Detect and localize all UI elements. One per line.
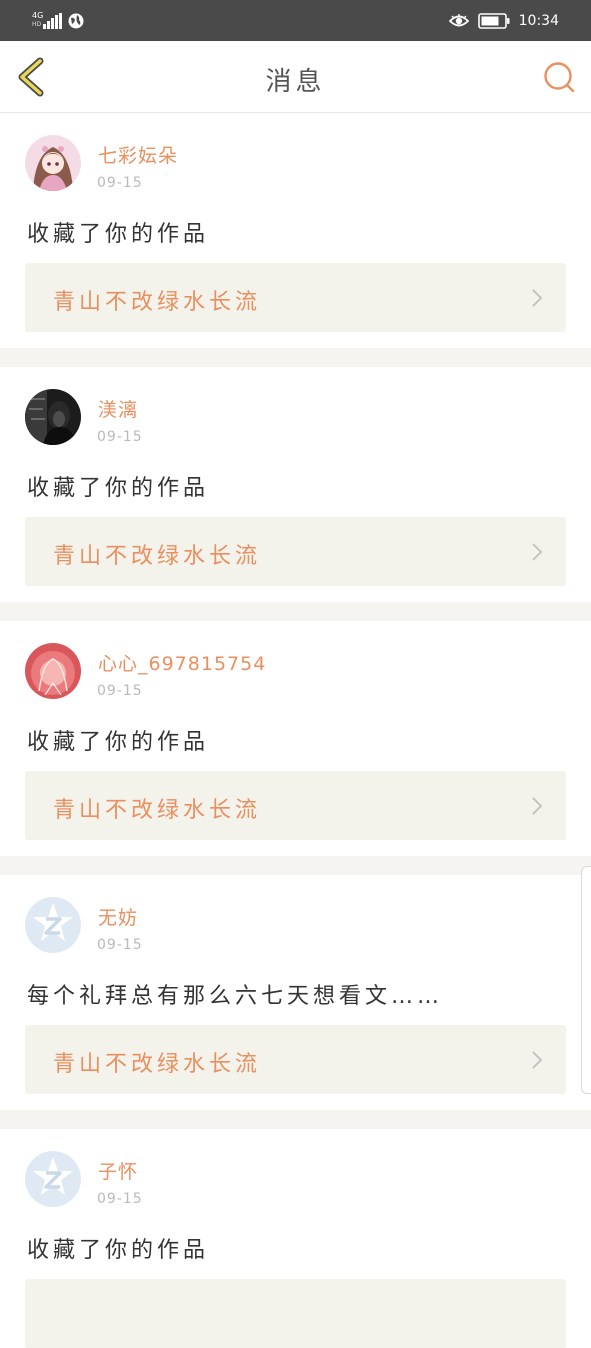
- work-link[interactable]: [25, 1279, 566, 1348]
- message-text: 收藏了你的作品: [27, 222, 210, 247]
- status-bar: 4G HD 10:34: [0, 0, 591, 41]
- default-z-avatar-icon: [25, 1151, 81, 1207]
- message-text: 收藏了你的作品: [27, 476, 210, 501]
- nav-bar: 消息: [0, 41, 591, 113]
- chevron-right-icon: [532, 543, 543, 561]
- globe-icon: [68, 13, 84, 29]
- username[interactable]: 无妨: [98, 903, 138, 930]
- page-title: 消息: [265, 67, 326, 97]
- work-title: 青山不改绿水长流: [53, 544, 262, 569]
- network-sub: HD: [32, 21, 42, 28]
- avatar[interactable]: [25, 389, 81, 445]
- message-date: 09-15: [97, 683, 143, 699]
- status-right: 10:34: [448, 10, 559, 31]
- signal-icon: 4G HD: [32, 11, 62, 31]
- pink-glow-avatar-icon: [25, 643, 81, 699]
- message-list: 七彩妘朵 09-15 收藏了你的作品 青山不改绿水长流 渼漓 09-15 收藏了…: [0, 113, 591, 1348]
- work-link[interactable]: 青山不改绿水长流: [25, 517, 566, 586]
- search-button[interactable]: [543, 61, 575, 93]
- message-card: 子怀 09-15 收藏了你的作品: [0, 1129, 591, 1348]
- message-text: 收藏了你的作品: [27, 730, 210, 755]
- work-title: 青山不改绿水长流: [53, 1052, 262, 1077]
- message-date: 09-15: [97, 937, 143, 953]
- clock-time: 10:34: [518, 12, 559, 29]
- work-link[interactable]: 青山不改绿水长流: [25, 771, 566, 840]
- chevron-right-icon: [532, 1051, 543, 1069]
- battery-icon: [477, 12, 510, 29]
- network-type: 4G: [32, 11, 44, 20]
- search-icon: [544, 62, 575, 93]
- username[interactable]: 子怀: [98, 1157, 138, 1184]
- work-title: 青山不改绿水长流: [53, 798, 262, 823]
- chevron-right-icon: [532, 797, 543, 815]
- avatar[interactable]: [25, 1151, 81, 1207]
- eye-icon: [448, 13, 469, 26]
- message-card: 渼漓 09-15 收藏了你的作品 青山不改绿水长流: [0, 367, 591, 602]
- separator: [0, 856, 591, 875]
- message-text: 收藏了你的作品: [27, 1238, 210, 1263]
- message-date: 09-15: [97, 175, 143, 191]
- work-title: 青山不改绿水长流: [53, 290, 262, 315]
- chevron-right-icon: [532, 289, 543, 307]
- separator: [0, 1110, 591, 1129]
- anime-girl-avatar-icon: [25, 135, 81, 191]
- username[interactable]: 渼漓: [98, 395, 138, 422]
- avatar[interactable]: [25, 897, 81, 953]
- work-link[interactable]: 青山不改绿水长流: [25, 263, 566, 332]
- message-date: 09-15: [97, 1191, 143, 1207]
- message-date: 09-15: [97, 429, 143, 445]
- edge-handle[interactable]: [581, 866, 591, 1094]
- message-text: 每个礼拜总有那么六七天想看文……: [27, 984, 444, 1009]
- username[interactable]: 心心_697815754: [98, 649, 266, 676]
- avatar[interactable]: [25, 643, 81, 699]
- status-left: 4G HD: [32, 11, 84, 31]
- separator: [0, 348, 591, 367]
- message-card: 无妨 09-15 每个礼拜总有那么六七天想看文…… 青山不改绿水长流: [0, 875, 591, 1110]
- message-card: 七彩妘朵 09-15 收藏了你的作品 青山不改绿水长流: [0, 113, 591, 348]
- dark-photo-avatar-icon: [25, 389, 81, 445]
- work-link[interactable]: 青山不改绿水长流: [25, 1025, 566, 1094]
- username[interactable]: 七彩妘朵: [98, 141, 178, 168]
- message-card: 心心_697815754 09-15 收藏了你的作品 青山不改绿水长流: [0, 621, 591, 856]
- separator: [0, 602, 591, 621]
- avatar[interactable]: [25, 135, 81, 191]
- default-z-avatar-icon: [25, 897, 81, 953]
